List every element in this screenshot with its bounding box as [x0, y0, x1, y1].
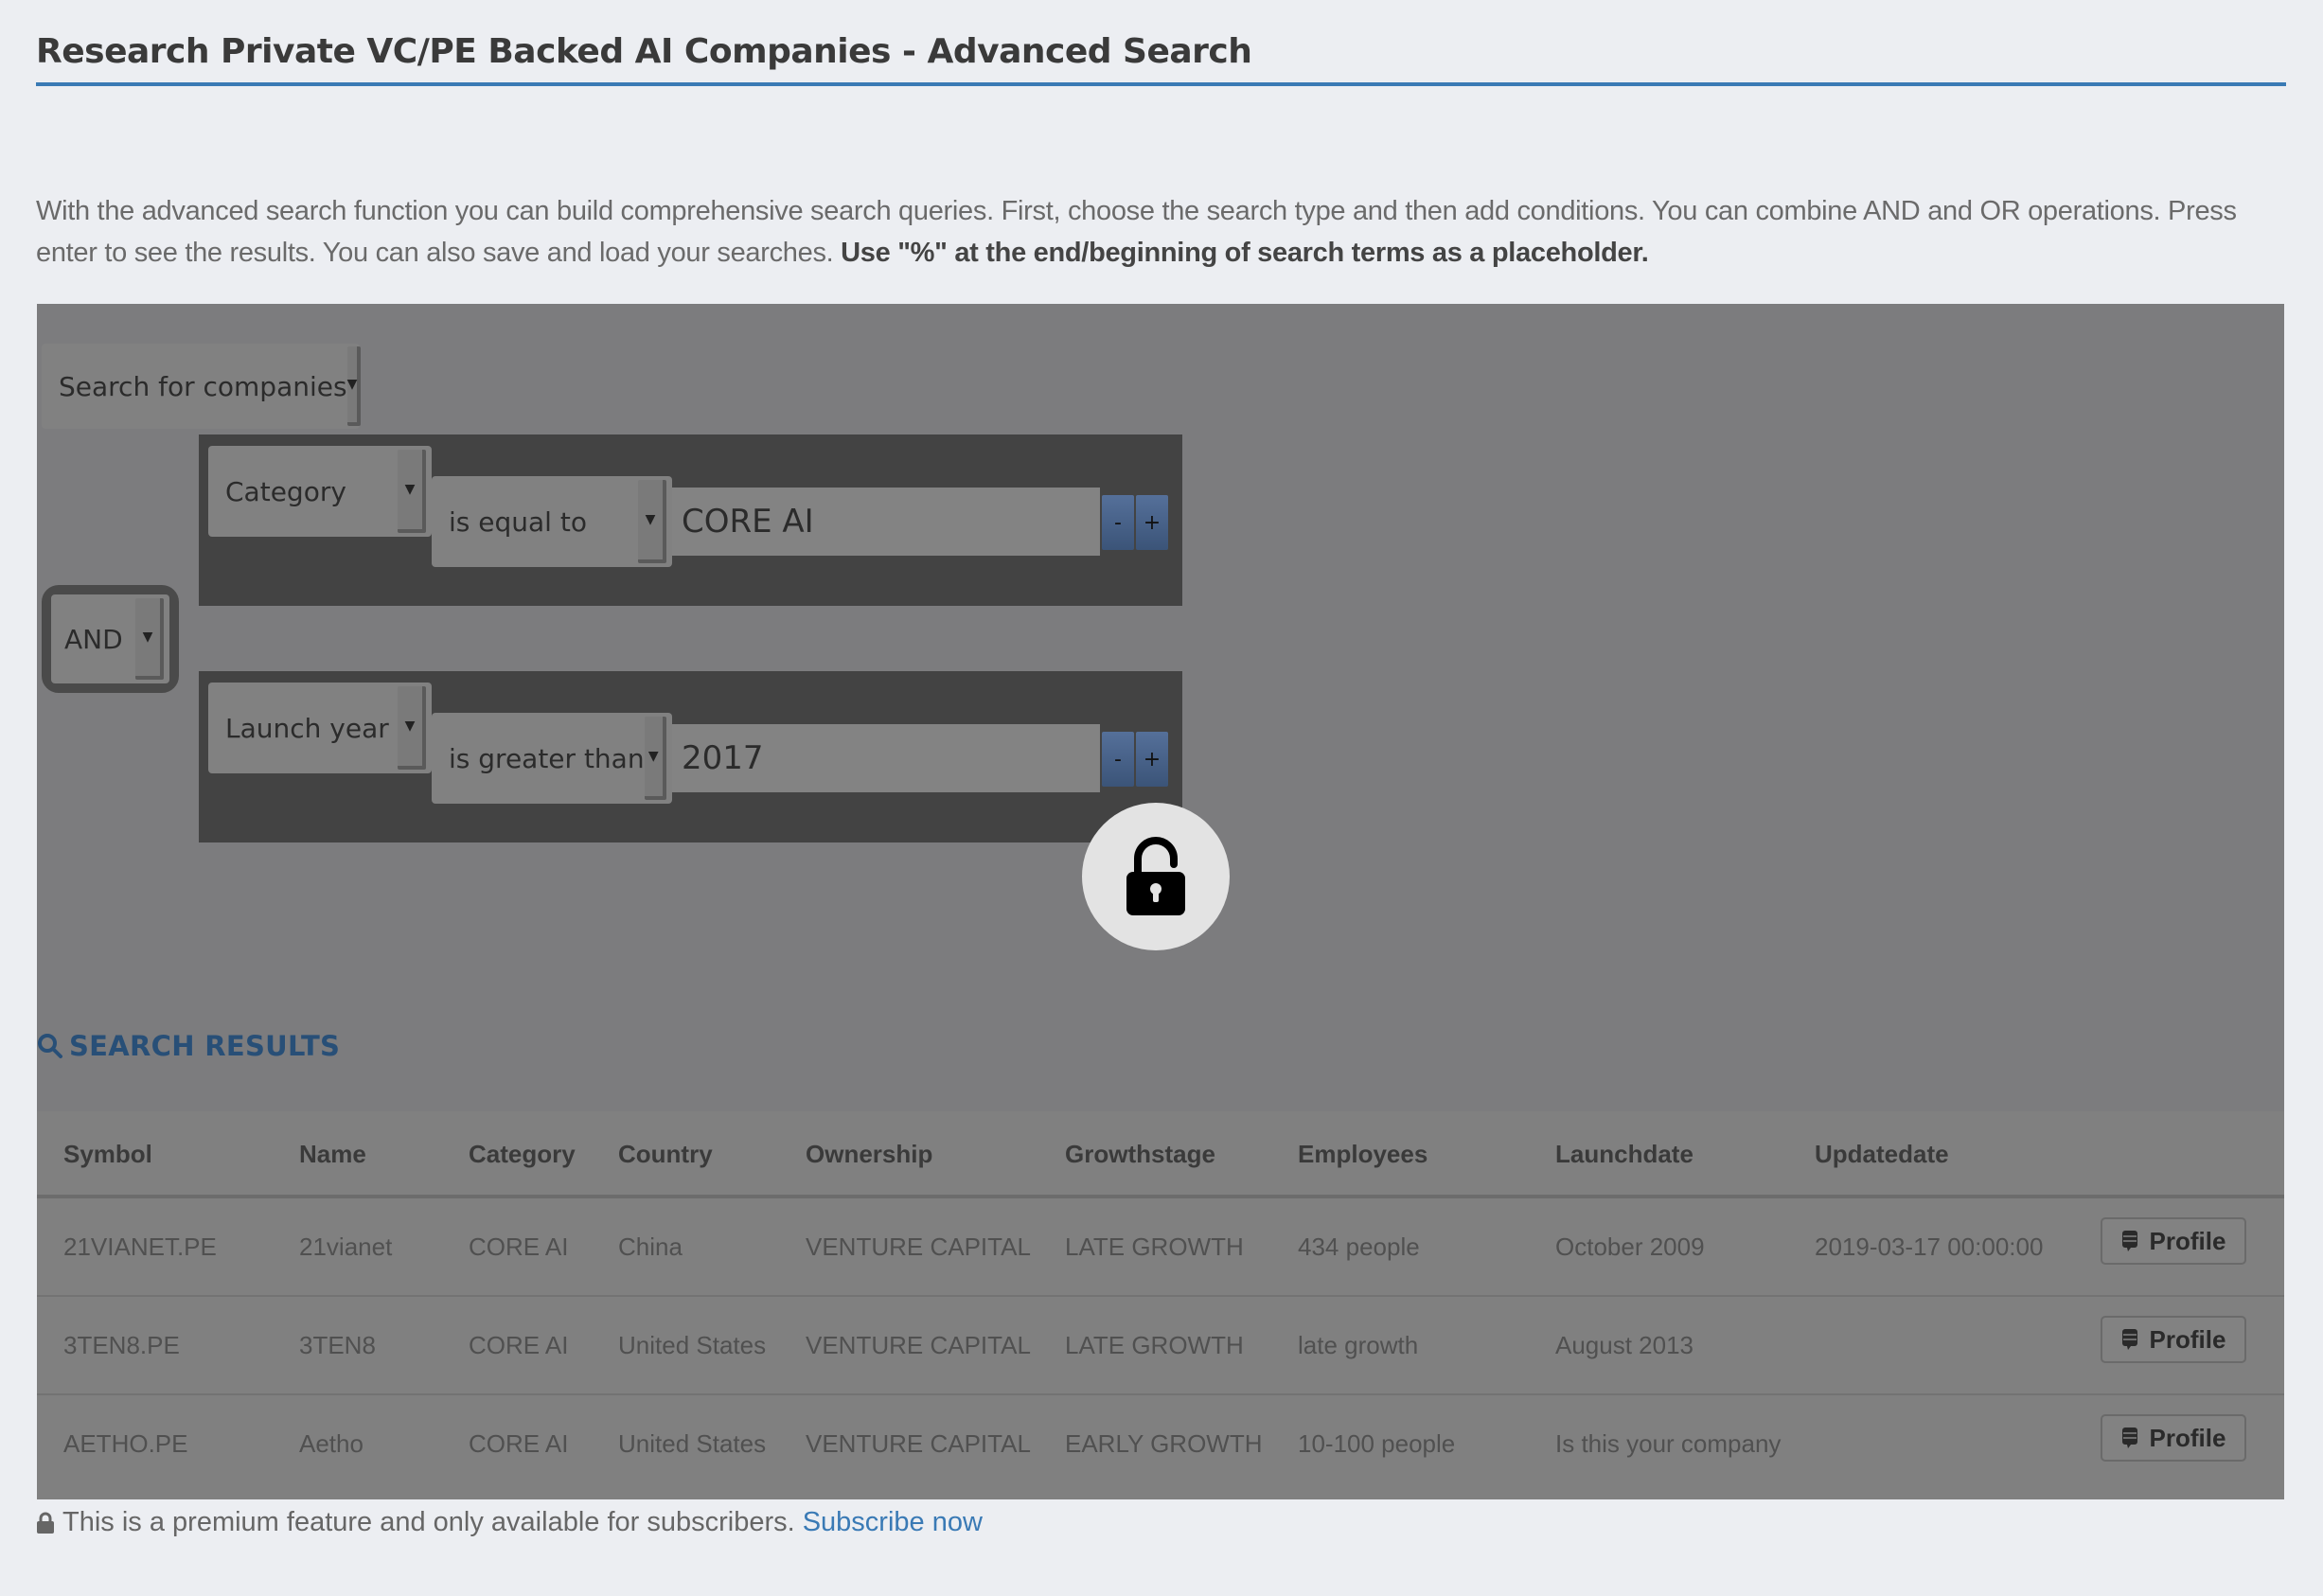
cell-symbol: 21VIANET.PE: [63, 1232, 217, 1261]
cell-launchdate: August 2013: [1555, 1331, 1694, 1359]
condition-group-1: Category ▼ is equal to ▼ - +: [199, 434, 1182, 606]
column-header-category[interactable]: Category: [469, 1140, 576, 1169]
cell-ownership: VENTURE CAPITAL: [806, 1429, 1031, 1458]
chevron-down-icon: ▼: [398, 685, 426, 771]
comment-icon: [2121, 1329, 2137, 1350]
cell-symbol: AETHO.PE: [63, 1429, 188, 1458]
unlock-icon: [1126, 837, 1185, 915]
comment-icon: [2121, 1231, 2137, 1251]
results-table: Symbol Name Category Country Ownership G…: [37, 1111, 2284, 1499]
logic-operator-select[interactable]: AND ▼: [51, 594, 169, 683]
remove-condition-button[interactable]: -: [1102, 732, 1134, 787]
condition-operator-value: is greater than: [449, 742, 645, 774]
cell-symbol: 3TEN8.PE: [63, 1331, 180, 1359]
column-header-employees[interactable]: Employees: [1298, 1140, 1427, 1169]
chevron-down-icon: ▼: [346, 346, 362, 426]
profile-button-label: Profile: [2149, 1226, 2226, 1255]
column-header-name[interactable]: Name: [299, 1140, 366, 1169]
column-header-symbol[interactable]: Symbol: [63, 1140, 152, 1169]
column-header-updatedate[interactable]: Updatedate: [1815, 1140, 1949, 1169]
condition-field-value: Category: [225, 475, 346, 507]
column-header-growthstage[interactable]: Growthstage: [1065, 1140, 1215, 1169]
add-condition-button[interactable]: +: [1136, 732, 1168, 787]
cell-name: Aetho: [299, 1429, 364, 1458]
condition-operator-select[interactable]: is greater than ▼: [432, 713, 672, 804]
cell-category: CORE AI: [469, 1331, 569, 1359]
chevron-down-icon: ▼: [398, 449, 426, 534]
table-row: 21VIANET.PE 21vianet CORE AI China VENTU…: [37, 1198, 2284, 1297]
column-header-launchdate[interactable]: Launchdate: [1555, 1140, 1693, 1169]
cell-employees: 10-100 people: [1298, 1429, 1456, 1458]
premium-notice: This is a premium feature and only avail…: [36, 1507, 983, 1538]
lock-icon: [37, 1512, 54, 1534]
cell-category: CORE AI: [469, 1429, 569, 1458]
add-condition-button[interactable]: +: [1136, 495, 1168, 550]
condition-operator-select[interactable]: is equal to ▼: [432, 476, 672, 567]
search-type-value: Search for companies: [59, 370, 347, 402]
cell-employees: 434 people: [1298, 1232, 1420, 1261]
cell-launchdate: October 2009: [1555, 1232, 1705, 1261]
cell-country: United States: [618, 1331, 767, 1359]
page-title: Research Private VC/PE Backed AI Compani…: [36, 32, 1252, 71]
condition-operator-value: is equal to: [449, 505, 587, 538]
comment-icon: [2121, 1428, 2137, 1448]
cell-name: 21vianet: [299, 1232, 393, 1261]
condition-value-input[interactable]: [672, 488, 1100, 556]
chevron-down-icon: ▼: [135, 597, 164, 681]
column-header-ownership[interactable]: Ownership: [806, 1140, 932, 1169]
intro-placeholder-hint: Use "%" at the end/beginning of search t…: [841, 238, 1649, 268]
cell-name: 3TEN8: [299, 1331, 376, 1359]
subscribe-link[interactable]: Subscribe now: [803, 1507, 983, 1538]
condition-value-input[interactable]: [672, 724, 1100, 792]
cell-updatedate: 2019-03-17 00:00:00: [1815, 1232, 2044, 1261]
cell-ownership: VENTURE CAPITAL: [806, 1232, 1031, 1261]
logic-operator-wrapper: AND ▼: [42, 585, 179, 693]
unlock-button[interactable]: [1082, 803, 1230, 950]
table-row: AETHO.PE Aetho CORE AI United States VEN…: [37, 1395, 2284, 1494]
search-icon: [38, 1034, 62, 1058]
profile-button-label: Profile: [2149, 1423, 2226, 1452]
profile-button[interactable]: Profile: [2101, 1414, 2246, 1462]
chevron-down-icon: ▼: [638, 479, 666, 564]
advanced-search-preview: Search for companies ▼ Category ▼ is equ…: [37, 304, 2284, 1499]
table-header: Symbol Name Category Country Ownership G…: [37, 1111, 2284, 1198]
remove-condition-button[interactable]: -: [1102, 495, 1134, 550]
search-type-select[interactable]: Search for companies ▼: [42, 344, 362, 429]
condition-group-2: Launch year ▼ is greater than ▼ - +: [199, 671, 1182, 842]
column-header-country[interactable]: Country: [618, 1140, 713, 1169]
chevron-down-icon: ▼: [644, 716, 666, 801]
logic-operator-value: AND: [64, 623, 123, 655]
search-results-heading: SEARCH RESULTS: [37, 1030, 340, 1062]
title-underline: [36, 82, 2286, 86]
cell-launchdate: Is this your company: [1555, 1429, 1782, 1458]
cell-growthstage: LATE GROWTH: [1065, 1331, 1244, 1359]
profile-button-label: Profile: [2149, 1324, 2226, 1354]
cell-growthstage: EARLY GROWTH: [1065, 1429, 1263, 1458]
cell-country: China: [618, 1232, 683, 1261]
search-results-label: SEARCH RESULTS: [69, 1030, 341, 1062]
cell-country: United States: [618, 1429, 767, 1458]
condition-field-value: Launch year: [225, 712, 389, 744]
cell-employees: late growth: [1298, 1331, 1419, 1359]
table-row: 3TEN8.PE 3TEN8 CORE AI United States VEN…: [37, 1297, 2284, 1395]
premium-notice-text: This is a premium feature and only avail…: [62, 1507, 795, 1537]
cell-ownership: VENTURE CAPITAL: [806, 1331, 1031, 1359]
intro-paragraph: With the advanced search function you ca…: [36, 190, 2279, 274]
condition-field-select[interactable]: Launch year ▼: [208, 683, 432, 773]
profile-button[interactable]: Profile: [2101, 1316, 2246, 1363]
profile-button[interactable]: Profile: [2101, 1217, 2246, 1265]
cell-category: CORE AI: [469, 1232, 569, 1261]
cell-growthstage: LATE GROWTH: [1065, 1232, 1244, 1261]
condition-field-select[interactable]: Category ▼: [208, 446, 432, 537]
